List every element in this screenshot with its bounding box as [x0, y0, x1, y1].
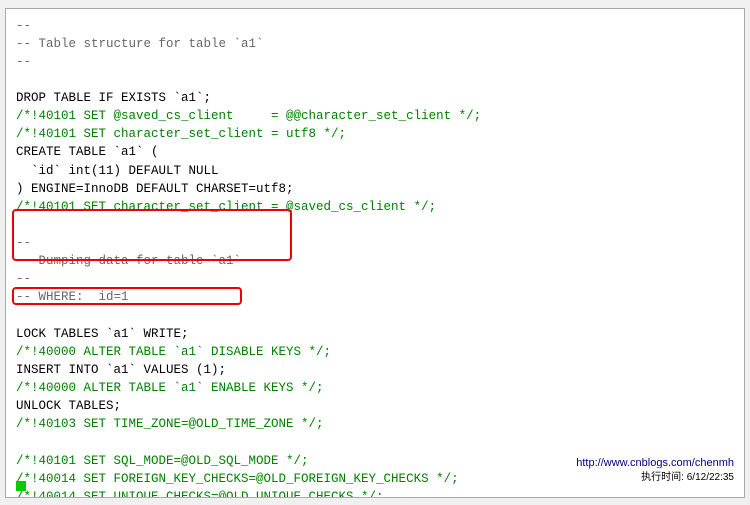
code-line [16, 433, 734, 451]
code-line: `id` int(11) DEFAULT NULL [16, 162, 734, 180]
code-line: /*!40101 SET character_set_client = @sav… [16, 198, 734, 216]
code-line: /*!40103 SET TIME_ZONE=@OLD_TIME_ZONE */… [16, 415, 734, 433]
code-line: /*!40014 SET UNIQUE_CHECKS=@OLD_UNIQUE_C… [16, 488, 734, 497]
code-line: DROP TABLE IF EXISTS `a1`; [16, 89, 734, 107]
code-line: /*!40101 SET character_set_client = utf8… [16, 125, 734, 143]
code-line: LOCK TABLES `a1` WRITE; [16, 325, 734, 343]
code-line: -- [16, 270, 734, 288]
code-line: /*!40014 SET FOREIGN_KEY_CHECKS=@OLD_FOR… [16, 470, 734, 488]
code-line [16, 71, 734, 89]
code-line: /*!40101 SET @saved_cs_client = @@charac… [16, 107, 734, 125]
code-line: UNLOCK TABLES; [16, 397, 734, 415]
code-line: INSERT INTO `a1` VALUES (1); [16, 361, 734, 379]
code-line: /*!40000 ALTER TABLE `a1` ENABLE KEYS */… [16, 379, 734, 397]
watermark-time: 执行时间: 6/12/22:35 [641, 468, 734, 483]
code-line: -- WHERE: id=1 [16, 288, 734, 306]
code-line: ) ENGINE=InnoDB DEFAULT CHARSET=utf8; [16, 180, 734, 198]
code-line: -- Table structure for table `a1` [16, 35, 734, 53]
code-display: ---- Table structure for table `a1`-- DR… [6, 9, 744, 497]
code-line [16, 216, 734, 234]
status-dot [16, 481, 26, 491]
main-window: ---- Table structure for table `a1`-- DR… [5, 8, 745, 498]
code-line [16, 307, 734, 325]
code-line: -- [16, 234, 734, 252]
code-line: -- [16, 17, 734, 35]
code-line: -- [16, 53, 734, 71]
code-line: -- Dumping data for table `a1` [16, 252, 734, 270]
code-line: CREATE TABLE `a1` ( [16, 143, 734, 161]
code-line: /*!40000 ALTER TABLE `a1` DISABLE KEYS *… [16, 343, 734, 361]
